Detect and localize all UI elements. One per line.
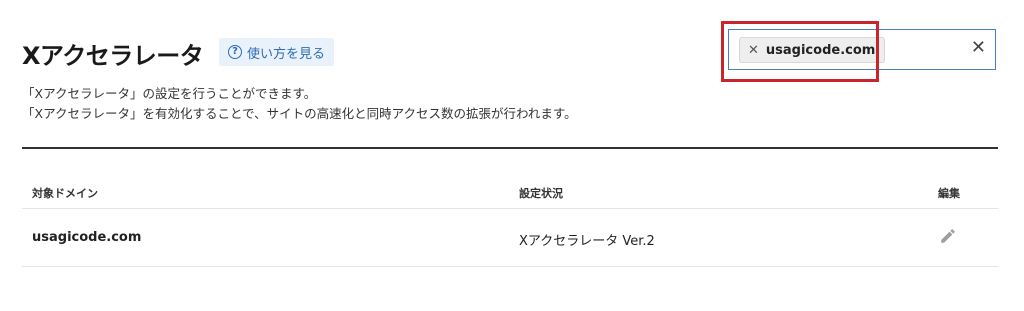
description-line-1: 「Xアクセラレータ」の設定を行うことができます。 (22, 86, 317, 101)
pencil-icon (941, 229, 955, 243)
domain-filter-chip-label: usagicode.com (765, 42, 876, 58)
row-domain: usagicode.com (32, 230, 142, 245)
column-header-edit: 編集 (938, 187, 960, 200)
description-line-2: 「Xアクセラレータ」を有効化することで、サイトの高速化と同時アクセス数の拡張が行… (22, 106, 577, 121)
table-header-divider (22, 208, 998, 209)
help-link[interactable]: ? 使い方を見る (219, 38, 335, 66)
clear-filter-button[interactable]: ✕ (971, 39, 986, 57)
column-header-status: 設定状況 (519, 187, 563, 200)
section-divider (22, 147, 998, 149)
question-circle-icon: ? (228, 45, 242, 59)
help-link-label: 使い方を見る (247, 46, 326, 62)
domain-filter-input[interactable]: ✕ usagicode.com ✕ (728, 29, 996, 70)
edit-button[interactable] (939, 227, 957, 249)
column-header-domain: 対象ドメイン (32, 187, 98, 200)
table-row-divider (22, 266, 998, 267)
row-status: Xアクセラレータ Ver.2 (519, 234, 655, 249)
page-title: Xアクセラレータ (22, 42, 204, 70)
domain-filter-chip[interactable]: ✕ usagicode.com (739, 37, 886, 63)
close-icon[interactable]: ✕ (748, 43, 759, 58)
